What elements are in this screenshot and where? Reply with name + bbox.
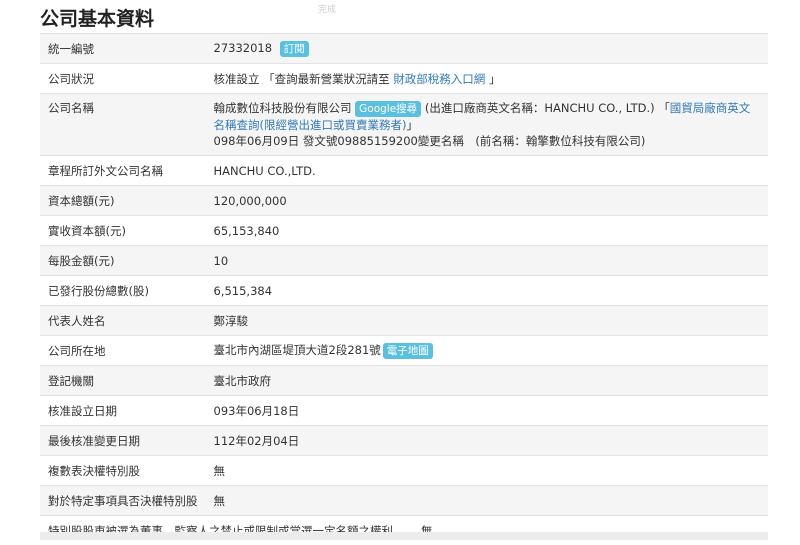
- bracket: 「: [658, 101, 670, 115]
- row-label: 公司狀況: [40, 64, 206, 94]
- row-label: 對於特定事項具否決權特別股: [40, 486, 206, 516]
- row-label: 章程所訂外文公司名稱: [40, 156, 206, 186]
- ubn-value: 27332018: [214, 41, 273, 55]
- bracket: 」: [406, 118, 418, 132]
- status-value: 核准設立: [214, 72, 260, 86]
- table-row-representative: 代表人姓名 鄭淳駿: [40, 306, 768, 336]
- address-value: 臺北市內湖區堤頂大道2段281號: [214, 343, 381, 357]
- page-title: 公司基本資料: [40, 4, 154, 31]
- table-row-address: 公司所在地 臺北市內湖區堤頂大道2段281號電子地圖: [40, 336, 768, 366]
- table-row-last-change: 最後核准變更日期 112年02月04日: [40, 426, 768, 456]
- row-label: 複數表決權特別股: [40, 456, 206, 486]
- table-row-par-value: 每股金額(元) 10: [40, 246, 768, 276]
- table-row-authority: 登記機關 臺北市政府: [40, 366, 768, 396]
- table-row-status: 公司狀況 核准設立 「查詢最新營業狀況請至 財政部稅務入口網 」: [40, 64, 768, 94]
- status-note-end: 」: [489, 72, 501, 86]
- subscribe-button[interactable]: 訂閱: [280, 41, 309, 57]
- row-value: 鄭淳駿: [206, 306, 769, 336]
- google-search-button[interactable]: Google搜尋: [355, 101, 421, 117]
- row-value: HANCHU CO.,LTD.: [206, 156, 769, 186]
- loading-status-text: 完成: [318, 2, 336, 15]
- table-row-capital-paid: 實收資本額(元) 65,153,840: [40, 216, 768, 246]
- row-label: 最後核准變更日期: [40, 426, 206, 456]
- table-row-shares: 已發行股份總數(股) 6,515,384: [40, 276, 768, 306]
- row-value: 無: [206, 456, 769, 486]
- status-note: 「查詢最新營業狀況請至: [263, 72, 390, 86]
- tax-portal-link[interactable]: 財政部稅務入口網: [393, 72, 485, 86]
- table-row-director-right: 特別股股東被選為董事、監察人之禁止或限制或當選一定名額之權利無: [40, 516, 768, 545]
- table-row-ubn: 統一編號 27332018 訂閱: [40, 34, 768, 64]
- row-value: 無: [206, 486, 769, 516]
- row-label: 公司名稱: [40, 94, 206, 156]
- row-value: 65,153,840: [206, 216, 769, 246]
- table-row-multi-vote: 複數表決權特別股 無: [40, 456, 768, 486]
- row-value: 臺北市政府: [206, 366, 769, 396]
- table-row-name: 公司名稱 翰成數位科技股份有限公司 Google搜尋 (出進口廠商英文名稱：HA…: [40, 94, 768, 156]
- company-name-value: 翰成數位科技股份有限公司: [214, 101, 352, 115]
- row-label: 統一編號: [40, 34, 206, 64]
- row-label: 公司所在地: [40, 336, 206, 366]
- table-row-approved-date: 核准設立日期 093年06月18日: [40, 396, 768, 426]
- company-info-table: 統一編號 27332018 訂閱 公司狀況 核准設立 「查詢最新營業狀況請至 財…: [40, 33, 768, 545]
- row-label: 登記機關: [40, 366, 206, 396]
- row-value: 6,515,384: [206, 276, 769, 306]
- map-button[interactable]: 電子地圖: [383, 343, 433, 359]
- table-footer: [40, 532, 768, 540]
- row-label: 每股金額(元): [40, 246, 206, 276]
- table-row-foreign-name: 章程所訂外文公司名稱 HANCHU CO.,LTD.: [40, 156, 768, 186]
- row-label: 代表人姓名: [40, 306, 206, 336]
- row-value: 112年02月04日: [206, 426, 769, 456]
- row-label: 實收資本額(元): [40, 216, 206, 246]
- table-row-veto: 對於特定事項具否決權特別股 無: [40, 486, 768, 516]
- table-row-capital-total: 資本總額(元) 120,000,000: [40, 186, 768, 216]
- row-label: 資本總額(元): [40, 186, 206, 216]
- row-label: 核准設立日期: [40, 396, 206, 426]
- row-label: 已發行股份總數(股): [40, 276, 206, 306]
- row-value: 10: [206, 246, 769, 276]
- name-change-note: 098年06月09日 發文號09885159200變更名稱 (前名稱：翰擎數位科…: [214, 134, 646, 148]
- row-value: 093年06月18日: [206, 396, 769, 426]
- english-name-note: (出進口廠商英文名稱：HANCHU CO., LTD.): [425, 101, 655, 115]
- row-value: 120,000,000: [206, 186, 769, 216]
